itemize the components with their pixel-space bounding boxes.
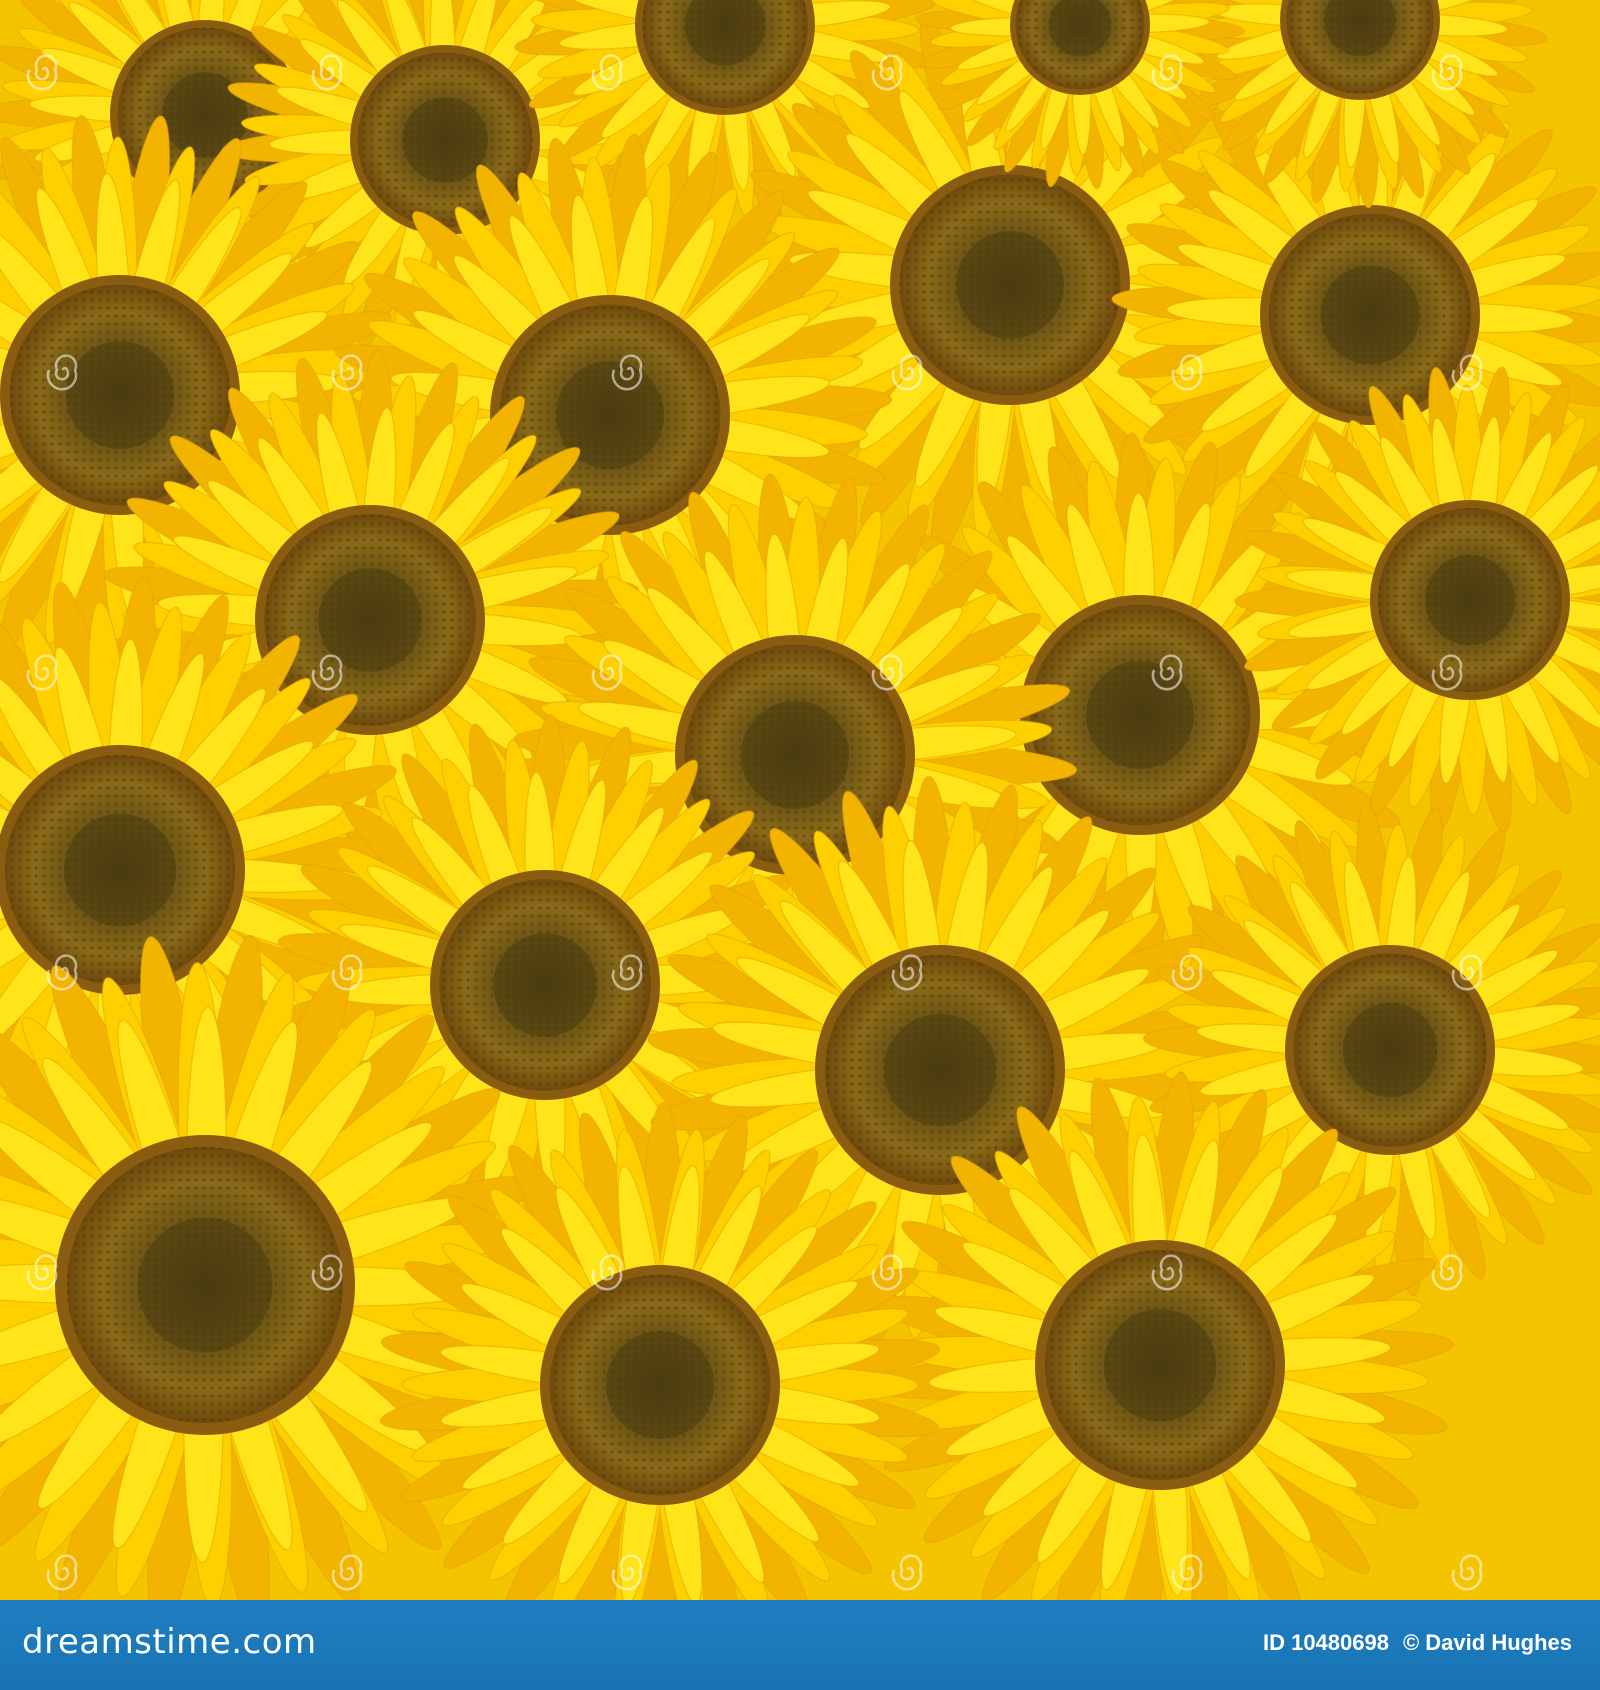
dreamstime-logo[interactable]: dreamstime.com [22,1622,317,1662]
sunflower-photo [0,0,1600,1600]
copyright-author: © David Hughes [1402,1630,1572,1655]
sunflower-field-image [0,0,1600,1600]
stock-photo: dreamstime.com ID 10480698 © David Hughes [0,0,1600,1690]
image-id: ID 10480698 [1262,1630,1389,1655]
footer-bar: dreamstime.com ID 10480698 © David Hughes [0,1600,1600,1690]
image-credit: ID 10480698 © David Hughes [1263,1630,1572,1656]
